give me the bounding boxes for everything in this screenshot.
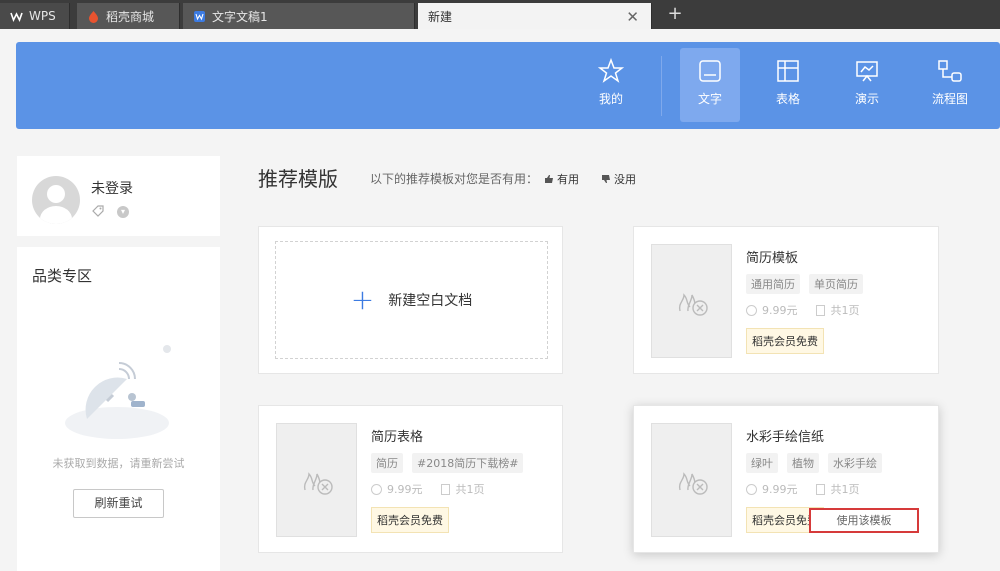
page-count: 共1页 <box>455 483 485 496</box>
page-count: 共1页 <box>830 483 860 496</box>
pages-icon <box>815 483 825 495</box>
image-unavailable-icon <box>303 472 333 495</box>
tag[interactable]: 水彩手绘 <box>828 453 882 473</box>
star-icon <box>598 58 624 83</box>
nav-label: 表格 <box>775 92 800 106</box>
satellite-dish-illustration <box>65 345 171 439</box>
tab-docer-store[interactable]: 稻壳商城 <box>77 3 180 29</box>
price: 9.99元 <box>387 483 423 496</box>
useless-button[interactable]: 没用 <box>601 171 636 187</box>
category-panel: 品类专区 未获取到数据，请重新尝试 刷新重试 <box>17 247 220 571</box>
template-meta: 9.99元 共1页 <box>746 302 860 318</box>
template-tags: 简历 #2018简历下载榜# <box>371 453 532 473</box>
template-meta: 9.99元 共1页 <box>371 481 485 497</box>
close-icon[interactable]: ✕ <box>626 8 639 26</box>
nav-flowchart[interactable]: 流程图 <box>920 48 980 122</box>
template-thumbnail[interactable] <box>651 244 732 358</box>
docer-icon <box>87 10 100 23</box>
tab-label: 新建 <box>428 9 453 24</box>
avatar[interactable] <box>32 176 80 224</box>
template-title[interactable]: 简历表格 <box>371 426 423 445</box>
image-unavailable-icon <box>678 472 708 495</box>
feedback-prompt: 以下的推荐模板对您是否有用： <box>370 172 539 186</box>
category-title: 品类专区 <box>32 267 93 285</box>
tag-icon <box>92 205 104 217</box>
coin-icon <box>371 483 382 495</box>
template-meta: 9.99元 共1页 <box>746 481 860 497</box>
flowchart-icon <box>938 60 962 82</box>
document-icon <box>699 60 721 82</box>
tab-wps[interactable]: WPS <box>0 3 70 29</box>
category-header: 我的 文字 表格 演示 流程图 <box>16 42 1000 129</box>
tab-label: 稻壳商城 <box>106 9 155 24</box>
template-card[interactable]: 简历模板 通用简历 单页简历 9.99元 共1页 稻壳会员免费 <box>633 226 939 374</box>
template-title[interactable]: 水彩手绘信纸 <box>746 426 824 445</box>
tag[interactable]: 简历 <box>371 453 403 473</box>
chevron-down-icon[interactable]: ▾ <box>117 206 129 218</box>
tag[interactable]: 通用简历 <box>746 274 800 294</box>
thumbs-up-icon <box>545 174 554 183</box>
tab-label: 文字文稿1 <box>212 9 268 24</box>
tab-document1[interactable]: 文字文稿1 <box>183 3 415 29</box>
tag[interactable]: 植物 <box>787 453 819 473</box>
writer-icon <box>193 10 206 23</box>
nav-label: 演示 <box>854 92 879 106</box>
feedback-bar: 以下的推荐模板对您是否有用： 有用 没用 <box>370 170 636 187</box>
tab-bar: WPS 稻壳商城 文字文稿1 新建 ✕ + <box>0 0 1000 29</box>
template-tags: 通用简历 单页简历 <box>746 274 872 294</box>
nav-presentation[interactable]: 演示 <box>837 48 897 122</box>
nav-label: 我的 <box>598 92 623 106</box>
pages-icon <box>440 483 450 495</box>
template-thumbnail[interactable] <box>276 423 357 537</box>
nav-label: 文字 <box>697 92 722 106</box>
tab-new[interactable]: 新建 ✕ <box>418 3 652 29</box>
template-card[interactable]: 简历表格 简历 #2018简历下载榜# 9.99元 共1页 稻壳会员免费 <box>258 405 563 553</box>
tag[interactable]: #2018简历下载榜# <box>412 453 524 473</box>
presentation-icon <box>856 61 878 82</box>
template-tags: 绿叶 植物 水彩手绘 <box>746 453 891 473</box>
useful-button[interactable]: 有用 <box>544 171 579 187</box>
template-thumbnail[interactable] <box>651 423 732 537</box>
tag[interactable]: 绿叶 <box>746 453 778 473</box>
nav-label: 流程图 <box>931 92 968 106</box>
new-blank-card[interactable]: + 新建空白文档 <box>258 226 563 374</box>
thumbs-down-icon <box>602 174 611 183</box>
vip-free-badge: 稻壳会员免费 <box>371 507 449 533</box>
new-tab-button[interactable]: + <box>664 3 686 25</box>
tag[interactable]: 单页简历 <box>809 274 863 294</box>
refresh-button[interactable]: 刷新重试 <box>73 489 164 518</box>
new-blank-button[interactable]: + 新建空白文档 <box>275 241 548 359</box>
username[interactable]: 未登录 <box>91 178 133 198</box>
price: 9.99元 <box>762 304 798 317</box>
template-card[interactable]: 水彩手绘信纸 绿叶 植物 水彩手绘 9.99元 共1页 稻壳会员免费 使用该模板 <box>633 405 939 553</box>
blank-label: 新建空白文档 <box>388 293 473 309</box>
wps-logo-icon <box>10 10 23 23</box>
tab-label: WPS <box>29 9 56 23</box>
use-template-button[interactable]: 使用该模板 <box>809 508 919 533</box>
nav-spreadsheet[interactable]: 表格 <box>758 48 818 122</box>
coin-icon <box>746 304 757 316</box>
image-unavailable-icon <box>678 293 708 316</box>
page-title: 推荐模版 <box>258 167 338 191</box>
template-title[interactable]: 简历模板 <box>746 247 798 266</box>
price: 9.99元 <box>762 483 798 496</box>
spreadsheet-icon <box>777 60 799 82</box>
coin-icon <box>746 483 757 495</box>
nav-writer[interactable]: 文字 <box>680 48 740 122</box>
nav-mine[interactable]: 我的 <box>581 48 641 122</box>
page-count: 共1页 <box>830 304 860 317</box>
user-card[interactable]: 未登录 ▾ <box>17 156 220 236</box>
plus-icon: + <box>350 283 375 316</box>
divider <box>661 56 662 116</box>
empty-message: 未获取到数据，请重新尝试 <box>52 457 185 470</box>
pages-icon <box>815 304 825 316</box>
vip-free-badge: 稻壳会员免费 <box>746 328 824 354</box>
